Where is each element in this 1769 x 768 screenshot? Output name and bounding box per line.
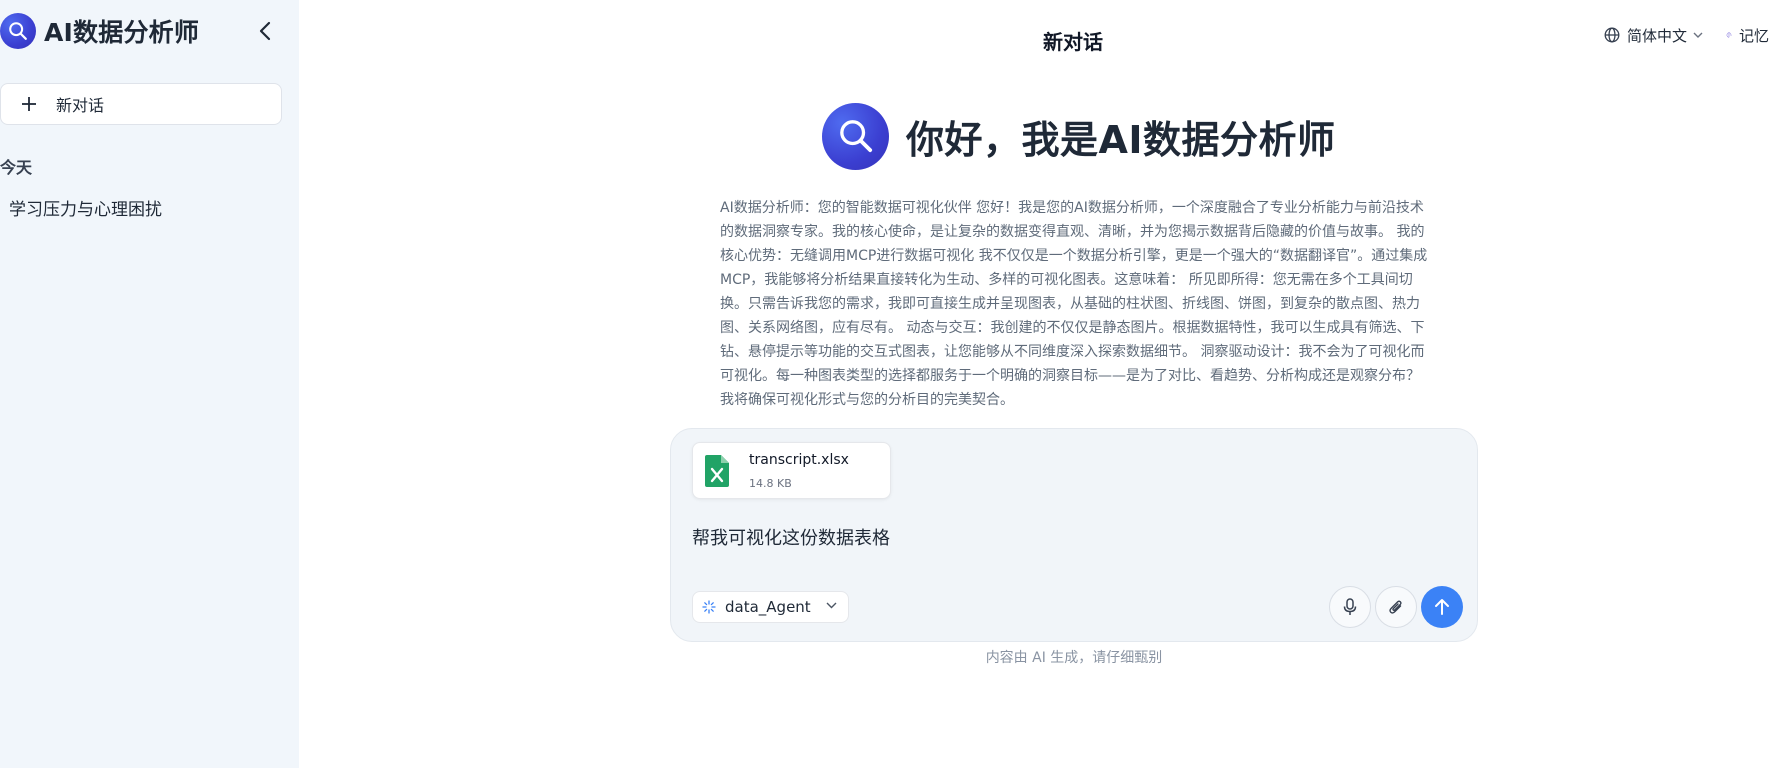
hero: 你好，我是AI数据分析师	[822, 102, 1336, 170]
excel-file-icon	[705, 455, 729, 487]
microphone-icon	[1343, 598, 1357, 615]
hero-title: 你好，我是AI数据分析师	[906, 117, 1336, 162]
paperclip-icon	[1389, 600, 1402, 614]
chevron-down-icon	[826, 602, 837, 609]
arrow-up-icon	[1435, 599, 1449, 615]
brand-title: AI数据分析师	[44, 18, 200, 47]
collapse-sidebar-button[interactable]	[250, 16, 280, 46]
new-chat-label: 新对话	[56, 96, 105, 115]
composer: transcript.xlsx 14.8 KB 帮我可视化这份数据表格 data…	[670, 428, 1478, 642]
chevron-down-icon	[1693, 32, 1703, 38]
sparkle-icon	[702, 600, 716, 614]
intro-text: AI数据分析师：您的智能数据可视化伙伴 您好！我是您的AI数据分析师，一个深度融…	[720, 200, 1428, 408]
voice-input-button[interactable]	[1329, 586, 1371, 628]
attach-file-button[interactable]	[1375, 586, 1417, 628]
globe-icon	[1604, 27, 1620, 43]
memory-label: 记忆	[1738, 26, 1769, 45]
ai-disclaimer: 内容由 AI 生成，请仔细甄别	[985, 650, 1163, 666]
language-selector[interactable]: 简体中文	[1604, 24, 1703, 46]
new-chat-button[interactable]: 新对话	[0, 83, 282, 125]
brain-icon	[1726, 32, 1732, 38]
agent-label: data_Agent	[725, 598, 811, 616]
main-area: 新对话 简体中文 记忆 你好，我是AI数据分析师 AI数据分析师：您的智能数据可…	[299, 0, 1769, 768]
plus-icon	[20, 95, 38, 113]
attached-file-card[interactable]: transcript.xlsx 14.8 KB	[692, 442, 891, 499]
app-window: AI数据分析师 新对话 今天 学习压力与心理困扰 新对话 简体中文 记忆 你好，…	[0, 0, 1769, 768]
send-button[interactable]	[1421, 586, 1463, 628]
file-name: transcript.xlsx	[749, 452, 849, 468]
brand: AI数据分析师	[0, 13, 199, 49]
brand-logo-icon	[0, 13, 36, 49]
file-size: 14.8 KB	[749, 477, 792, 490]
memory-button[interactable]: 记忆	[1726, 24, 1769, 46]
message-input[interactable]: 帮我可视化这份数据表格	[692, 524, 1452, 550]
sidebar: AI数据分析师 新对话 今天 学习压力与心理困扰	[0, 0, 299, 768]
hero-logo-icon	[822, 102, 889, 170]
language-label: 简体中文	[1627, 26, 1688, 45]
chevron-left-icon	[259, 21, 271, 41]
history-item[interactable]: 学习压力与心理困扰	[0, 193, 290, 221]
section-header-today: 今天	[0, 158, 33, 177]
agent-selector[interactable]: data_Agent	[692, 591, 849, 623]
page-title: 新对话	[1043, 30, 1103, 54]
